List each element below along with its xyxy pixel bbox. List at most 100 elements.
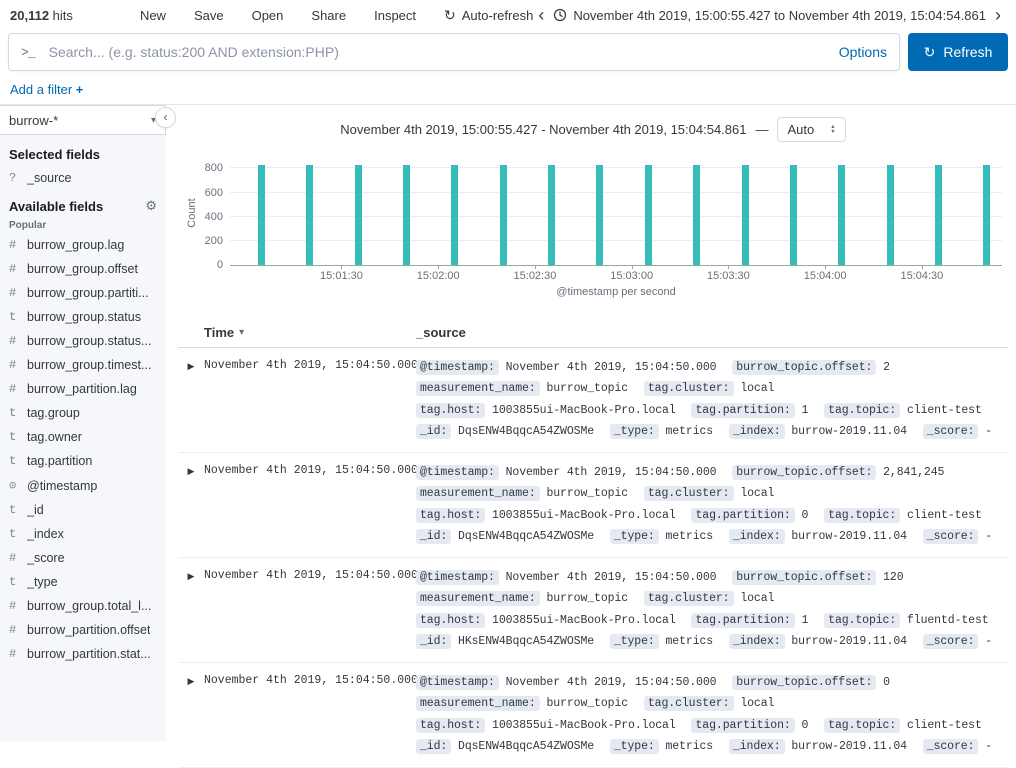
- field-item[interactable]: # _score: [0, 546, 166, 570]
- sort-caret-icon[interactable]: ▾: [239, 327, 244, 338]
- source-field-pair: burrow_topic.offset: 2,841,245: [732, 462, 944, 483]
- table-row: ▶ November 4th 2019, 15:04:50.000 @timesta…: [178, 453, 1008, 559]
- field-type-icon: #: [9, 623, 17, 637]
- time-column-label: Time: [204, 325, 235, 340]
- source-field-pair: _index: burrow-2019.11.04: [728, 526, 907, 547]
- histogram-bar[interactable]: [838, 164, 846, 265]
- histogram-bar[interactable]: [451, 164, 459, 265]
- expand-caret-icon[interactable]: ▶: [178, 567, 204, 652]
- expand-caret-icon[interactable]: ▶: [178, 462, 204, 547]
- histogram-bar[interactable]: [499, 164, 507, 265]
- add-filter-button[interactable]: Add a filter +: [10, 82, 83, 97]
- field-type-icon: ⊙: [9, 479, 17, 493]
- source-field-pair: @timestamp: November 4th 2019, 15:04:50.…: [416, 462, 717, 483]
- table-row: ▶ November 4th 2019, 15:04:50.000 @timesta…: [178, 558, 1008, 664]
- time-forward-chevron-icon[interactable]: ›: [990, 6, 1006, 24]
- histogram-bar[interactable]: [789, 164, 797, 265]
- source-field-key: _index:: [728, 633, 785, 649]
- histogram-bar[interactable]: [596, 164, 604, 265]
- histogram-bar[interactable]: [644, 164, 652, 265]
- source-field-key: measurement_name:: [416, 696, 540, 712]
- field-item[interactable]: t _type: [0, 570, 166, 594]
- field-item[interactable]: # burrow_partition.offset: [0, 618, 166, 642]
- x-tick-label: 15:03:30: [706, 270, 750, 282]
- field-item[interactable]: # burrow_group.partiti...: [0, 281, 166, 305]
- field-item[interactable]: # burrow_group.status...: [0, 329, 166, 353]
- field-name: _type: [27, 575, 58, 589]
- field-item[interactable]: # burrow_group.total_l...: [0, 594, 166, 618]
- field-name: burrow_group.offset: [27, 262, 138, 276]
- source-field-key: tag.host:: [416, 717, 486, 733]
- source-field-value: 1: [801, 613, 809, 627]
- menu-item-save[interactable]: Save: [194, 8, 224, 23]
- time-range-picker[interactable]: November 4th 2019, 15:00:55.427 to Novem…: [553, 8, 986, 23]
- histogram-bar[interactable]: [741, 164, 749, 265]
- field-item[interactable]: t _id: [0, 498, 166, 522]
- search-input[interactable]: [46, 43, 839, 61]
- gear-icon[interactable]: ⚙: [145, 198, 157, 214]
- field-item[interactable]: t tag.group: [0, 401, 166, 425]
- y-tick-label: 0: [216, 259, 223, 271]
- source-field-pair: @timestamp: November 4th 2019, 15:04:50.…: [416, 567, 717, 588]
- filter-bar: Add a filter +: [0, 79, 1016, 104]
- field-item[interactable]: ⊙ @timestamp: [0, 473, 166, 498]
- interval-select[interactable]: Auto ▲ ▼: [777, 117, 846, 142]
- field-name: burrow_partition.stat...: [27, 647, 151, 661]
- source-field-value: 0: [801, 508, 809, 522]
- field-name: burrow_partition.lag: [27, 382, 137, 396]
- field-type-icon: #: [9, 334, 17, 348]
- plus-icon: +: [75, 82, 84, 97]
- source-field-pair: tag.cluster: local: [643, 588, 774, 609]
- field-item[interactable]: t _index: [0, 522, 166, 546]
- source-field-key: tag.host:: [416, 507, 486, 523]
- column-header-time[interactable]: Time ▾: [204, 325, 416, 340]
- field-item[interactable]: # burrow_group.offset: [0, 257, 166, 281]
- source-field-key: tag.partition:: [691, 402, 795, 418]
- histogram-bar[interactable]: [548, 165, 556, 265]
- source-field-value: 0: [801, 718, 809, 732]
- documents-table: Time ▾ _source ▶ November 4th 2019, 15:04…: [178, 318, 1008, 768]
- field-item[interactable]: t tag.partition: [0, 449, 166, 473]
- discover-main: ‹ November 4th 2019, 15:00:55.427 - Nove…: [155, 105, 1016, 768]
- row-source: @timestamp: November 4th 2019, 15:04:50.…: [416, 462, 1008, 547]
- time-back-chevron-icon[interactable]: ‹: [533, 6, 549, 24]
- source-field-value: 1: [801, 403, 809, 417]
- auto-refresh-button[interactable]: ↻ Auto-refresh: [444, 8, 533, 23]
- histogram-bar[interactable]: [886, 164, 894, 265]
- expand-caret-icon[interactable]: ▶: [178, 357, 204, 442]
- field-item[interactable]: # burrow_partition.lag: [0, 377, 166, 401]
- refresh-button[interactable]: ↻ Refresh: [908, 33, 1008, 71]
- field-item[interactable]: # burrow_partition.stat...: [0, 642, 166, 666]
- histogram-bar[interactable]: [693, 164, 701, 265]
- source-field-value: -: [985, 529, 993, 543]
- source-field-key: @timestamp:: [416, 570, 499, 586]
- histogram-bar[interactable]: [983, 164, 991, 265]
- source-field-pair: _index: burrow-2019.11.04: [728, 631, 907, 652]
- menu-item-share[interactable]: Share: [311, 8, 346, 23]
- collapse-sidebar-button[interactable]: ‹: [155, 107, 176, 128]
- options-link[interactable]: Options: [839, 44, 887, 60]
- expand-caret-icon[interactable]: ▶: [178, 672, 204, 757]
- histogram-bar[interactable]: [935, 164, 942, 265]
- menu-item-open[interactable]: Open: [252, 8, 284, 23]
- histogram-bar[interactable]: [257, 164, 265, 265]
- menu-item-inspect[interactable]: Inspect: [374, 8, 416, 23]
- source-field-pair: burrow_topic.offset: 0: [732, 672, 890, 693]
- field-item[interactable]: t tag.owner: [0, 425, 166, 449]
- menu-item-new[interactable]: New: [140, 8, 166, 23]
- field-item[interactable]: # burrow_group.lag: [0, 233, 166, 257]
- row-time: November 4th 2019, 15:04:50.000: [204, 464, 418, 478]
- histogram-header: November 4th 2019, 15:00:55.427 - Novemb…: [178, 117, 1008, 142]
- source-field-pair: measurement_name: burrow_topic: [416, 693, 628, 714]
- histogram-bar[interactable]: [354, 164, 362, 265]
- source-field-value: burrow_topic: [546, 382, 629, 396]
- histogram-bar[interactable]: [402, 164, 410, 265]
- field-item[interactable]: ? _source: [0, 166, 166, 190]
- index-pattern-select[interactable]: burrow-* ▾: [0, 105, 166, 135]
- source-field-pair: tag.cluster: local: [643, 378, 774, 399]
- histogram-bar[interactable]: [306, 164, 314, 265]
- field-item[interactable]: # burrow_group.timest...: [0, 353, 166, 377]
- field-item[interactable]: t burrow_group.status: [0, 305, 166, 329]
- fields-sidebar: burrow-* ▾ Selected fields ? _source Avai…: [0, 105, 166, 741]
- y-tick-label: 800: [204, 162, 223, 175]
